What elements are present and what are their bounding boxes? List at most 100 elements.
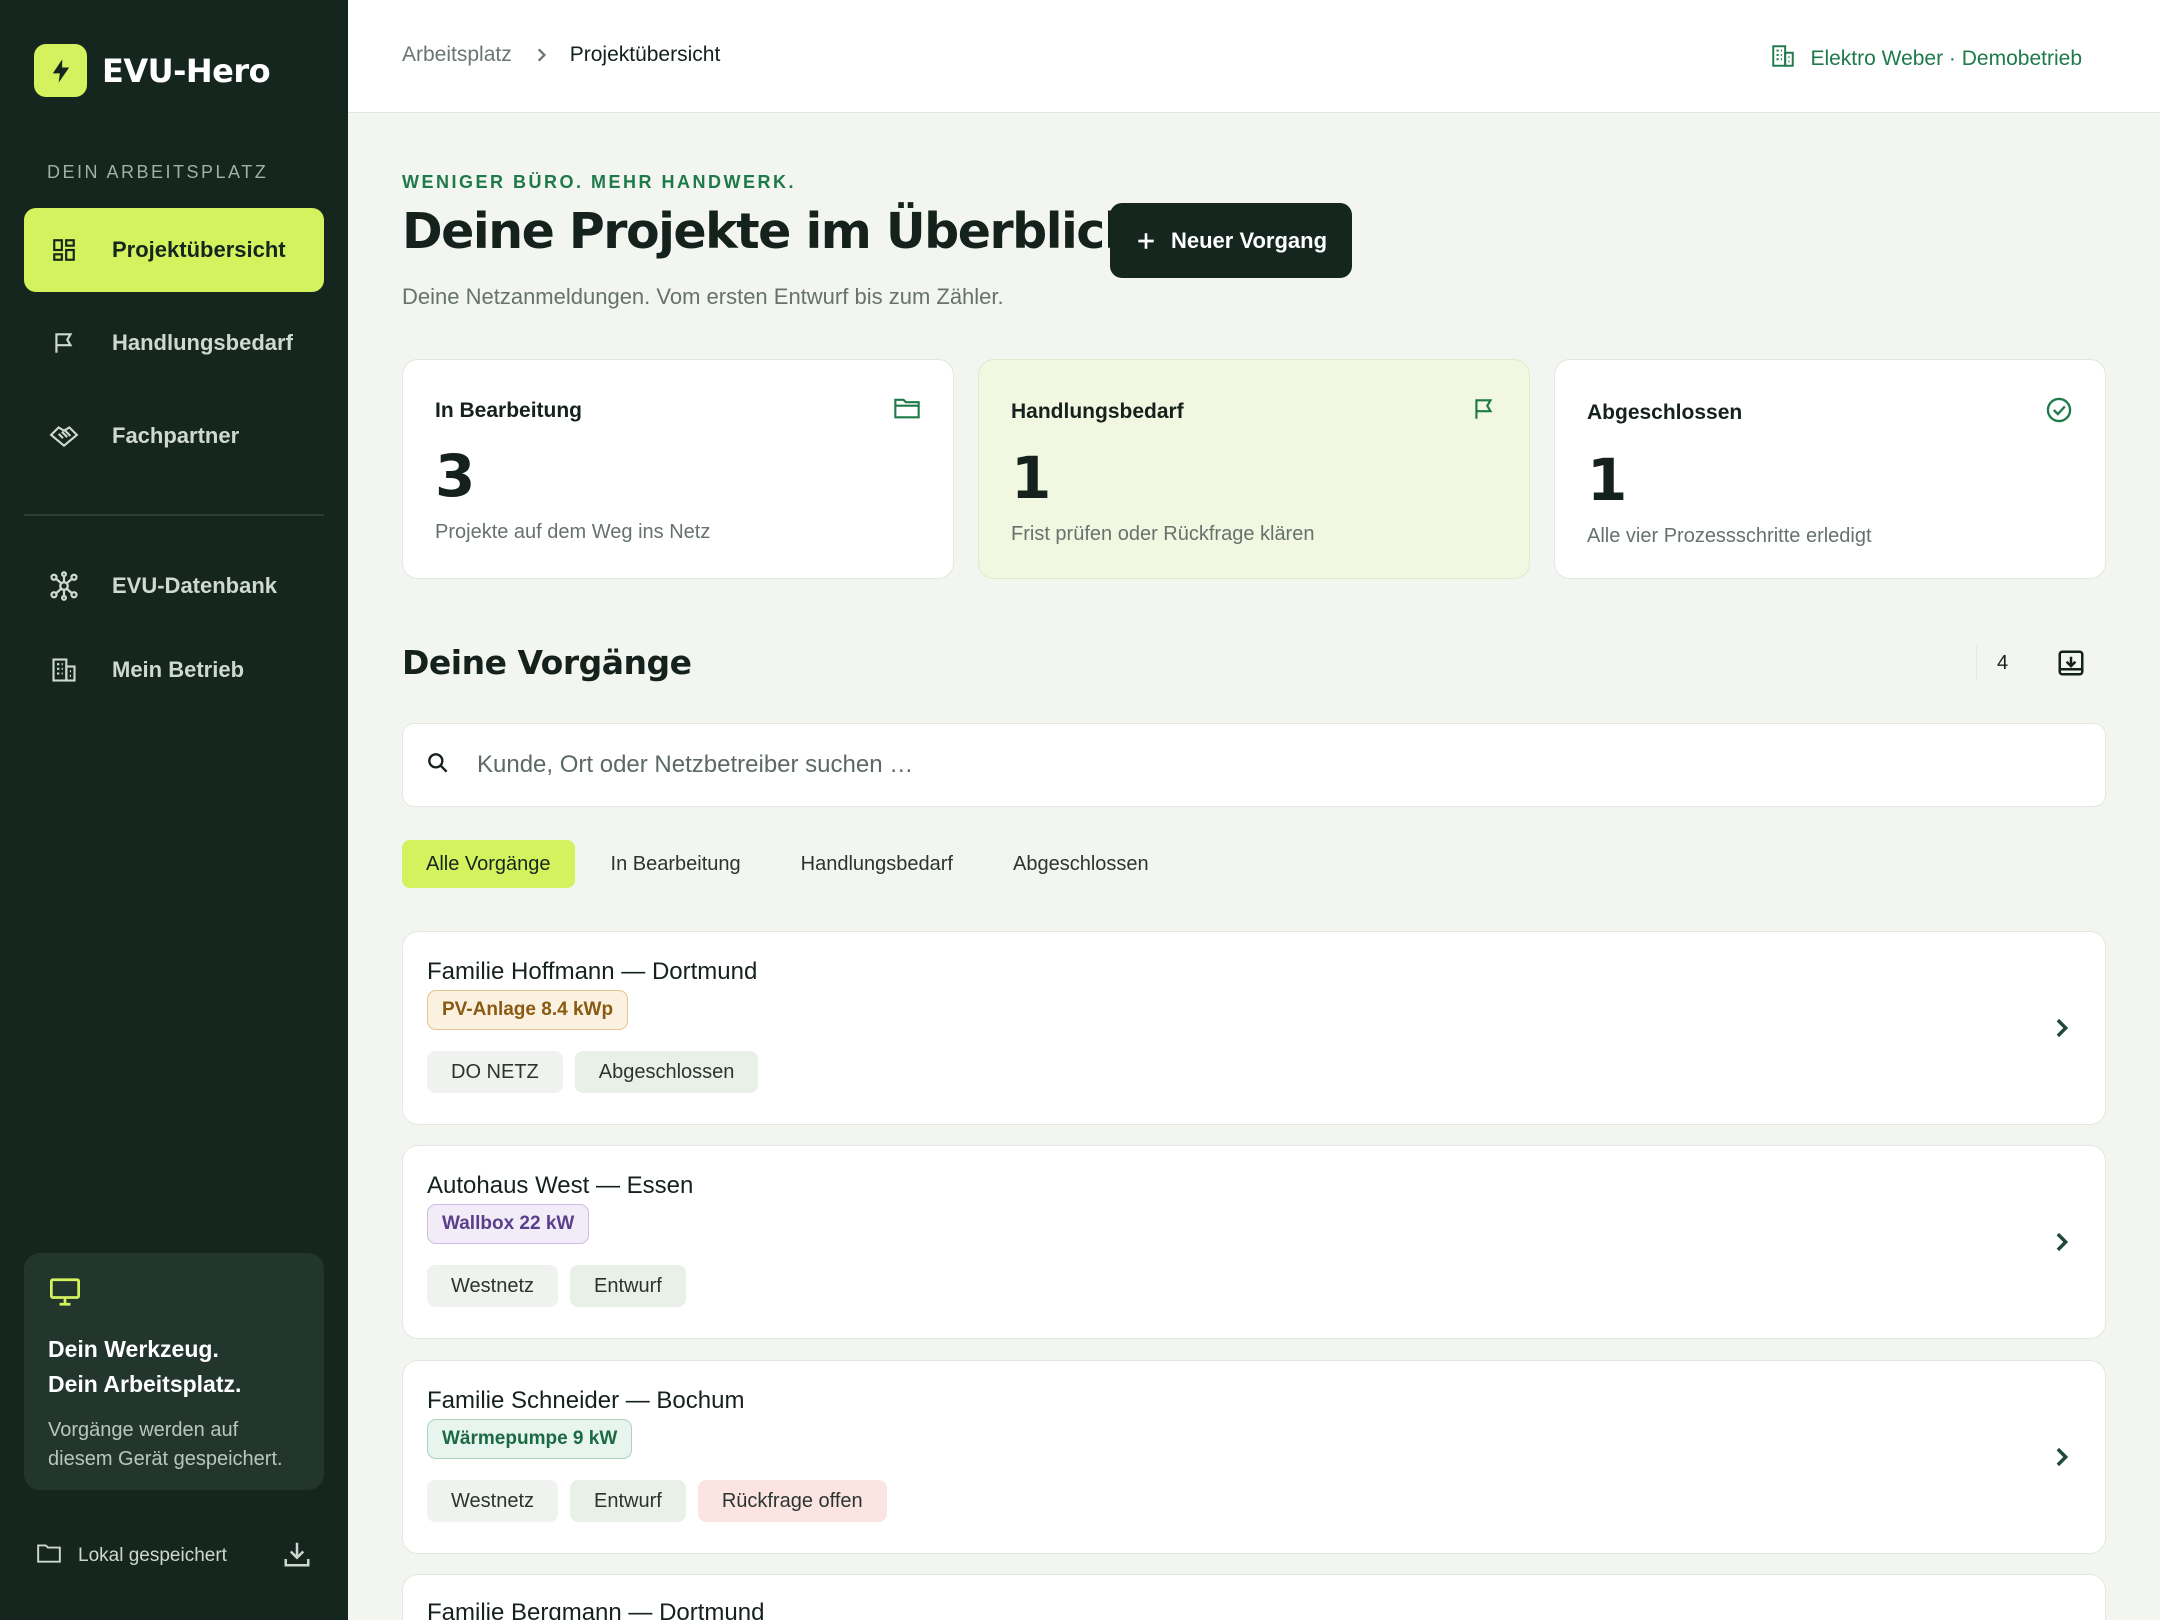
- stat-desc: Projekte auf dem Weg ins Netz: [435, 521, 711, 543]
- dashboard-icon: [48, 234, 80, 266]
- search-icon: [425, 750, 451, 781]
- vorgang-title: Autohaus West — Essen: [427, 1172, 694, 1199]
- stat-value: 1: [1011, 444, 1052, 512]
- stat-card-handlungsbedarf[interactable]: Handlungsbedarf 1 Frist prüfen oder Rück…: [978, 359, 1530, 579]
- chevron-right-icon: [2045, 1441, 2077, 1473]
- page-subtitle: Deine Netzanmeldungen. Vom ersten Entwur…: [402, 284, 1004, 309]
- section-title: Deine Vorgänge: [402, 643, 692, 682]
- sidebar-section-label: DEIN ARBEITSPLATZ: [47, 162, 269, 182]
- chevron-right-icon: [2045, 1012, 2077, 1044]
- sidebar-item-projektuebersicht[interactable]: Projektübersicht: [24, 208, 324, 292]
- page-title: Deine Projekte im Überblick.: [402, 203, 1154, 260]
- flag-icon: [48, 327, 80, 359]
- sidebar-item-label: EVU-Datenbank: [112, 573, 278, 598]
- network-icon: [48, 570, 80, 602]
- operator-tag: Westnetz: [427, 1480, 558, 1522]
- topbar: Arbeitsplatz Projektübersicht Elektro We…: [348, 0, 2160, 113]
- promo-text: Vorgänge werden auf diesem Gerät gespeic…: [48, 1416, 300, 1474]
- vorgang-type-badge: PV-Anlage 8.4 kWp: [427, 990, 629, 1030]
- brand[interactable]: EVU-Hero: [34, 44, 271, 97]
- vorgang-card[interactable]: Autohaus West — Essen Wallbox 22 kW West…: [402, 1145, 2106, 1339]
- stat-desc: Frist prüfen oder Rückfrage klären: [1011, 523, 1315, 545]
- sidebar-item-label: Mein Betrieb: [112, 657, 245, 682]
- lightning-icon: [34, 44, 87, 97]
- promo-title-line: Dein Arbeitsplatz.: [48, 1371, 242, 1397]
- promo-text-line: Vorgänge werden auf: [48, 1419, 239, 1441]
- promo-title: Dein Werkzeug. Dein Arbeitsplatz.: [48, 1332, 300, 1402]
- stat-label: Abgeschlossen: [1587, 400, 1743, 424]
- list-tools: 4: [1976, 644, 2090, 682]
- folder-icon: [36, 1542, 62, 1570]
- sidebar-item-fachpartner[interactable]: Fachpartner: [24, 394, 324, 478]
- stat-value: 3: [435, 442, 476, 510]
- chevron-right-icon: [534, 47, 548, 63]
- check-circle-icon: [2045, 396, 2073, 429]
- operator-tag: Westnetz: [427, 1265, 558, 1307]
- sidebar-item-label: Fachpartner: [112, 423, 240, 448]
- vorgang-title: Familie Schneider — Bochum: [427, 1387, 745, 1414]
- handshake-icon: [48, 420, 80, 452]
- storage-label: Lokal gespeichert: [78, 1545, 227, 1566]
- promo-title-line: Dein Werkzeug.: [48, 1336, 219, 1362]
- export-button[interactable]: [2052, 644, 2090, 682]
- monitor-icon: [48, 1278, 82, 1311]
- stat-label: In Bearbeitung: [435, 398, 583, 422]
- vorgang-title: Familie Hoffmann — Dortmund: [427, 958, 758, 985]
- filter-alle-vorgaenge[interactable]: Alle Vorgänge: [402, 840, 575, 888]
- sidebar-item-label: Projektübersicht: [112, 237, 286, 262]
- breadcrumb: Arbeitsplatz Projektübersicht: [402, 43, 720, 67]
- search-input[interactable]: [477, 751, 1977, 779]
- flag-icon: [1471, 396, 1497, 427]
- sidebar-item-evu-datenbank[interactable]: EVU-Datenbank: [24, 544, 324, 628]
- plus-icon: [1138, 232, 1154, 249]
- vorgang-count: 4: [1976, 645, 2028, 681]
- vorgang-card[interactable]: Familie Hoffmann — Dortmund PV-Anlage 8.…: [402, 931, 2106, 1125]
- promo-card: Dein Werkzeug. Dein Arbeitsplatz. Vorgän…: [24, 1253, 324, 1490]
- search-bar[interactable]: [402, 723, 2106, 807]
- building-icon: [1770, 43, 1796, 75]
- filter-in-bearbeitung[interactable]: In Bearbeitung: [587, 840, 765, 888]
- vorgang-tags: Westnetz Entwurf Rückfrage offen: [427, 1480, 899, 1522]
- sidebar-divider: [24, 514, 324, 516]
- breadcrumb-item-arbeitsplatz[interactable]: Arbeitsplatz: [402, 43, 512, 67]
- vorgang-type-badge: Wärmepumpe 9 kW: [427, 1419, 633, 1459]
- stat-label: Handlungsbedarf: [1011, 399, 1184, 423]
- new-vorgang-label: Neuer Vorgang: [1170, 227, 1328, 253]
- vorgang-card[interactable]: Familie Schneider — Bochum Wärmepumpe 9 …: [402, 1360, 2106, 1554]
- promo-text-line: diesem Gerät gespeichert.: [48, 1448, 283, 1470]
- sidebar-item-handlungsbedarf[interactable]: Handlungsbedarf: [24, 301, 324, 385]
- sidebar: EVU-Hero DEIN ARBEITSPLATZ Projektübersi…: [0, 0, 348, 1620]
- sidebar-item-label: Handlungsbedarf: [112, 330, 293, 355]
- export-icon: [2058, 650, 2084, 676]
- stat-card-in-bearbeitung[interactable]: In Bearbeitung 3 Projekte auf dem Weg in…: [402, 359, 954, 579]
- new-vorgang-button[interactable]: Neuer Vorgang: [1110, 203, 1352, 278]
- company-name: Elektro Weber · Demobetrieb: [1810, 47, 2082, 70]
- status-tag: Entwurf: [570, 1265, 686, 1307]
- chevron-right-icon: [2045, 1226, 2077, 1258]
- hero-eyebrow: WENIGER BÜRO. MEHR HANDWERK.: [402, 172, 796, 192]
- stat-desc: Alle vier Prozessschritte erledigt: [1587, 525, 1872, 547]
- operator-tag: DO NETZ: [427, 1051, 563, 1093]
- download-icon[interactable]: [282, 1539, 312, 1574]
- brand-name: EVU-Hero: [102, 51, 271, 90]
- filter-handlungsbedarf[interactable]: Handlungsbedarf: [777, 840, 977, 888]
- status-tag: Entwurf: [570, 1480, 686, 1522]
- folder-icon: [893, 396, 921, 425]
- vorgang-tags: Westnetz Entwurf: [427, 1265, 698, 1307]
- vorgang-tags: DO NETZ Abgeschlossen: [427, 1051, 770, 1093]
- status-tag: Abgeschlossen: [574, 1051, 759, 1093]
- filter-abgeschlossen[interactable]: Abgeschlossen: [989, 840, 1173, 888]
- sidebar-item-mein-betrieb[interactable]: Mein Betrieb: [24, 628, 324, 712]
- vorgang-title: Familie Bergmann — Dortmund: [427, 1599, 765, 1620]
- stat-value: 1: [1587, 446, 1628, 514]
- filter-tabs: Alle Vorgänge In Bearbeitung Handlungsbe…: [402, 840, 1185, 888]
- sidebar-footer: Lokal gespeichert: [36, 1536, 312, 1576]
- warning-tag: Rückfrage offen: [697, 1480, 887, 1522]
- vorgang-card[interactable]: Familie Bergmann — Dortmund: [402, 1574, 2106, 1620]
- building-icon: [48, 654, 80, 686]
- storage-status: Lokal gespeichert: [36, 1542, 227, 1570]
- stat-card-abgeschlossen[interactable]: Abgeschlossen 1 Alle vier Prozessschritt…: [1554, 359, 2106, 579]
- company-switcher[interactable]: Elektro Weber · Demobetrieb: [1770, 43, 2082, 75]
- vorgang-type-badge: Wallbox 22 kW: [427, 1204, 590, 1244]
- breadcrumb-item-current: Projektübersicht: [569, 43, 721, 66]
